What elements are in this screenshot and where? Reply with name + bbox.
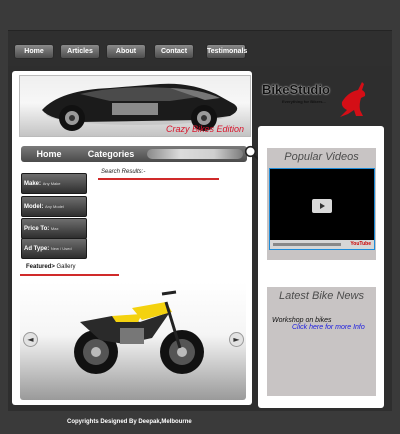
logo-tagline: Everything for Bikers... <box>282 99 326 104</box>
featured-motorcycle-image[interactable] <box>20 282 246 400</box>
nav-about-button[interactable]: About <box>106 44 146 59</box>
play-button[interactable] <box>312 199 332 213</box>
filter-ad-type-label: Ad Type: <box>24 246 50 252</box>
banner-caption: Crazy Bikes Edition <box>165 124 244 134</box>
news-more-info-link[interactable]: Click here for more Info <box>292 324 365 331</box>
video-controls-bar: YouTube <box>270 240 374 249</box>
featured-underline <box>20 274 119 276</box>
filter-price-label: Price To: <box>24 226 50 232</box>
nav-home-button[interactable]: Home <box>14 44 54 59</box>
bikestudio-logo: BikeStudio Everything for Bikers... <box>260 78 384 118</box>
search-bar: Home Categories <box>21 145 260 162</box>
popular-videos-heading: Popular Videos <box>284 151 359 163</box>
video-player[interactable]: YouTube <box>269 168 375 250</box>
tab-home[interactable]: Home <box>23 146 75 162</box>
featured-gallery: ◄ ► <box>20 282 246 400</box>
nav-testimonials-button[interactable]: Testimonals <box>206 44 247 59</box>
filter-make-value: Any Make <box>42 181 61 186</box>
filter-price[interactable]: Price To: Max <box>21 218 87 239</box>
latest-news-box: Latest Bike News <box>267 287 376 396</box>
featured-prefix: Featured> <box>26 264 55 270</box>
filter-model-label: Model: <box>24 204 44 210</box>
featured-gallery-label: Featured> Gallery <box>26 264 76 270</box>
filter-ad-type-value: New / Used <box>50 246 72 251</box>
search-input[interactable] <box>147 149 243 159</box>
gallery-next-button[interactable]: ► <box>229 332 244 347</box>
tab-categories[interactable]: Categories <box>77 146 145 162</box>
filter-make-label: Make: <box>24 181 42 187</box>
search-results-label: Search Results:- <box>101 169 146 175</box>
search-filters: Make: Any Make Model: Any Model Price To… <box>21 163 87 259</box>
top-nav-bar: Home Articles About Contact Testimonals <box>8 30 392 67</box>
play-icon <box>320 203 325 209</box>
gallery-prev-button[interactable]: ◄ <box>23 332 38 347</box>
logo-title: BikeStudio <box>262 82 330 97</box>
footer-copyright: Copyrights Designed By Deepak,Melbourne <box>67 419 192 425</box>
header-banner: Crazy Bikes Edition <box>19 75 251 137</box>
youtube-brand-label: YouTube <box>350 241 371 247</box>
nav-articles-button[interactable]: Articles <box>60 44 100 59</box>
nav-contact-button[interactable]: Contact <box>154 44 194 59</box>
news-item: Workshop on bikes <box>272 317 332 324</box>
filter-price-value: Max <box>50 226 59 231</box>
filter-model-value: Any Model <box>45 204 64 209</box>
featured-suffix: Gallery <box>56 264 76 270</box>
filter-model[interactable]: Model: Any Model <box>21 196 87 217</box>
kangaroo-logo-icon <box>340 82 366 117</box>
video-progress-track[interactable] <box>273 243 341 246</box>
latest-news-heading: Latest Bike News <box>279 290 364 302</box>
filter-make[interactable]: Make: Any Make <box>21 173 87 194</box>
results-underline <box>98 178 219 180</box>
filter-ad-type[interactable]: Ad Type: New / Used <box>21 238 87 259</box>
